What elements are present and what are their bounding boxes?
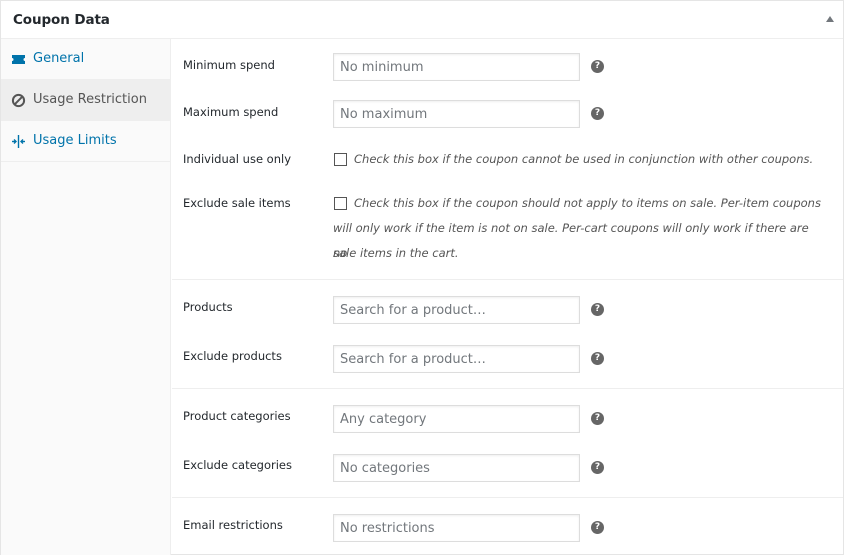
tab-general[interactable]: General bbox=[1, 39, 170, 80]
product-categories-help-icon[interactable]: ? bbox=[591, 412, 604, 425]
spend-section: Minimum spend ? Maximum spend ? Individu… bbox=[172, 39, 843, 280]
tab-general-label: General bbox=[33, 51, 85, 66]
coupon-data-panel: Coupon Data General Usage Restriction Us… bbox=[0, 0, 844, 555]
email-restrictions-input[interactable] bbox=[333, 514, 580, 542]
tab-usage-restriction[interactable]: Usage Restriction bbox=[1, 80, 170, 121]
tab-usage-restriction-label: Usage Restriction bbox=[33, 92, 147, 107]
email-section: Email restrictions ? bbox=[172, 498, 843, 555]
exclude-sale-description-line1: Check this box if the coupon should not … bbox=[354, 196, 821, 210]
coupon-tabs: General Usage Restriction Usage Limits bbox=[1, 39, 171, 555]
individual-use-label: Individual use only bbox=[183, 152, 291, 166]
exclude-categories-input[interactable] bbox=[333, 454, 580, 482]
exclude-categories-label: Exclude categories bbox=[183, 458, 292, 472]
usage-restriction-panel: Minimum spend ? Maximum spend ? Individu… bbox=[172, 39, 843, 555]
maximum-spend-label: Maximum spend bbox=[183, 105, 279, 119]
maximum-spend-help-icon[interactable]: ? bbox=[591, 107, 604, 120]
email-restrictions-label: Email restrictions bbox=[183, 518, 283, 532]
minimum-spend-input[interactable] bbox=[333, 53, 580, 81]
products-search-input[interactable] bbox=[333, 296, 580, 324]
collapse-toggle-icon[interactable] bbox=[826, 16, 834, 22]
individual-use-description: Check this box if the coupon cannot be u… bbox=[354, 152, 814, 166]
email-restrictions-help-icon[interactable]: ? bbox=[591, 521, 604, 534]
products-label: Products bbox=[183, 300, 233, 314]
products-section: Products ? Exclude products ? bbox=[172, 280, 843, 389]
exclude-products-search-input[interactable] bbox=[333, 345, 580, 373]
panel-title: Coupon Data bbox=[13, 12, 110, 28]
tab-usage-limits[interactable]: Usage Limits bbox=[1, 121, 170, 162]
no-entry-icon bbox=[11, 93, 26, 108]
minimum-spend-label: Minimum spend bbox=[183, 58, 275, 72]
product-categories-label: Product categories bbox=[183, 409, 291, 423]
limits-icon bbox=[12, 135, 25, 148]
categories-section: Product categories ? Exclude categories … bbox=[172, 389, 843, 498]
tab-usage-limits-label: Usage Limits bbox=[33, 133, 117, 148]
exclude-sale-label: Exclude sale items bbox=[183, 196, 291, 210]
exclude-products-label: Exclude products bbox=[183, 349, 282, 363]
exclude-sale-description-line3: sale items in the cart. bbox=[333, 246, 459, 260]
exclude-products-help-icon[interactable]: ? bbox=[591, 352, 604, 365]
maximum-spend-input[interactable] bbox=[333, 100, 580, 128]
ticket-icon bbox=[12, 55, 25, 64]
product-categories-input[interactable] bbox=[333, 405, 580, 433]
minimum-spend-help-icon[interactable]: ? bbox=[591, 60, 604, 73]
products-help-icon[interactable]: ? bbox=[591, 303, 604, 316]
exclude-categories-help-icon[interactable]: ? bbox=[591, 461, 604, 474]
panel-header[interactable]: Coupon Data bbox=[1, 1, 843, 39]
